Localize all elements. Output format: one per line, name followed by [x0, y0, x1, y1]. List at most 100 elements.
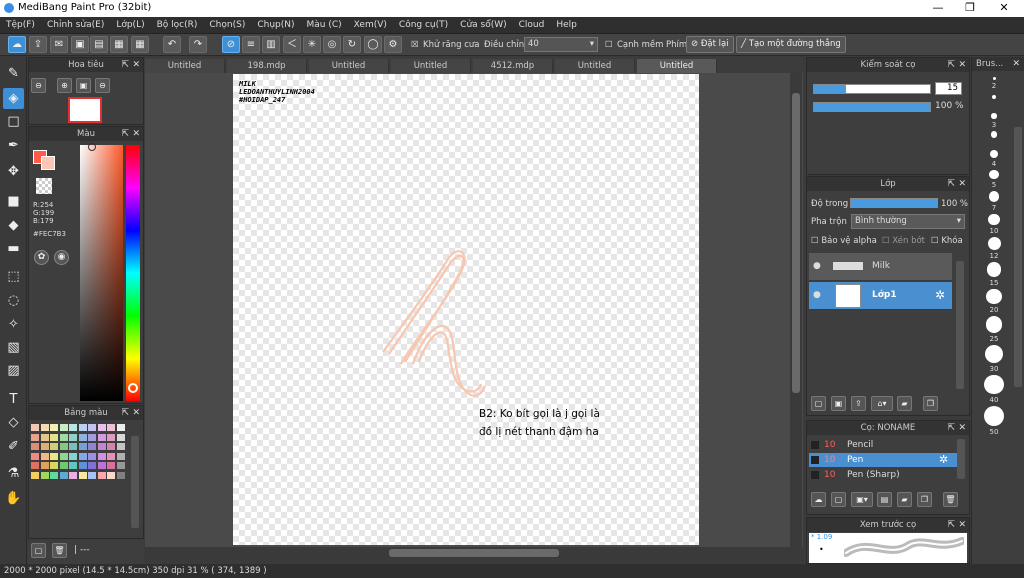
adjust-select[interactable]: 40 ▾ [524, 37, 598, 52]
vertical-scrollbar-thumb[interactable] [792, 93, 800, 393]
brush-size-item[interactable]: 12 [980, 237, 1008, 260]
palette-swatch[interactable] [78, 471, 87, 479]
delete-palette-icon[interactable]: 🗑 [52, 543, 67, 558]
brush-size-slider[interactable] [813, 84, 931, 94]
gradient-tool-icon[interactable]: ▬ [3, 238, 24, 259]
folder-icon[interactable]: ▰ [897, 396, 912, 411]
brush-size-scrollbar[interactable] [1014, 127, 1022, 387]
tab-untitled-4[interactable]: Untitled [555, 59, 635, 73]
palette-swatch[interactable] [88, 433, 96, 441]
circle-snap-icon[interactable]: ◎ [323, 36, 341, 53]
brush-size-item[interactable]: 4 [980, 149, 1008, 168]
palette-swatch[interactable] [69, 424, 77, 431]
brush-folder-icon[interactable]: ▰ [897, 492, 912, 507]
primary-color-swatch[interactable] [41, 156, 55, 170]
palette-swatch[interactable] [69, 452, 77, 460]
lasso-tool-icon[interactable]: ◌ [3, 290, 24, 311]
layer-scrollbar[interactable] [956, 261, 964, 389]
palette-swatch[interactable] [31, 452, 39, 460]
zoom-reset-icon[interactable]: ⊖ [95, 78, 110, 93]
palette-swatch[interactable] [88, 424, 96, 431]
tab-untitled-2[interactable]: Untitled [309, 59, 389, 73]
brush-size-item[interactable]: 7 [980, 191, 1008, 212]
magic-wand-icon[interactable]: ✧ [3, 314, 24, 335]
select-tool-icon[interactable]: ⬚ [3, 266, 24, 287]
palette-swatch[interactable] [97, 443, 106, 450]
soft-edge-checkbox[interactable]: ☐ [605, 40, 613, 50]
palette-swatch[interactable] [97, 462, 106, 469]
tab-untitled-1[interactable]: Untitled [145, 59, 225, 73]
palette-swatch[interactable] [116, 424, 125, 431]
hue-handle[interactable] [128, 383, 138, 393]
layer-row-lop1[interactable]: ● Lớp1 ✲ [809, 282, 952, 310]
brush-tool-icon[interactable]: ✎ [3, 63, 24, 84]
protect-alpha-checkbox[interactable]: ☐ Bảo vệ alpha [811, 236, 877, 246]
cross-snap-icon[interactable]: ▥ [262, 36, 280, 53]
popout-icon[interactable]: ⇱ [947, 421, 955, 435]
navigator-thumbnail[interactable] [68, 97, 102, 123]
palette-swatch[interactable] [97, 471, 106, 479]
snap-settings-icon[interactable]: ⚙ [384, 36, 402, 53]
popout-icon[interactable]: ⇱ [947, 177, 955, 191]
color-picker-icon[interactable]: ◉ [54, 250, 69, 265]
layer-opacity-slider[interactable] [850, 198, 938, 208]
brush-settings-gear-icon[interactable]: ✲ [939, 453, 948, 467]
visibility-eye-icon[interactable]: ● [813, 261, 821, 271]
palette-swatch[interactable] [40, 443, 49, 450]
hue-slider[interactable] [126, 145, 140, 401]
vanish-snap-icon[interactable]: ＜ [283, 36, 301, 53]
menu-help[interactable]: Help [550, 17, 583, 34]
palette-swatch[interactable] [31, 424, 39, 431]
tab-untitled-active[interactable]: Untitled [637, 59, 717, 73]
select-eraser-icon[interactable]: ▨ [3, 360, 24, 381]
palette-swatch[interactable] [107, 424, 115, 431]
palette-swatch[interactable] [78, 462, 87, 469]
layer-menu-icon[interactable]: ⌂▾ [871, 396, 893, 411]
palette-swatch[interactable] [78, 443, 87, 450]
palette-swatch[interactable] [59, 462, 68, 469]
comic-panel-icon[interactable]: ▦ [110, 36, 128, 53]
palette-swatch[interactable] [78, 452, 87, 460]
popout-icon[interactable]: ⇱ [121, 58, 129, 72]
reset-button[interactable]: ⊘ Đặt lại [686, 36, 734, 53]
brush-size-item[interactable]: 40 [980, 374, 1008, 404]
grid-icon[interactable]: ▦ [131, 36, 149, 53]
palette-swatch[interactable] [59, 433, 68, 441]
brush-size-value[interactable]: 15 [935, 82, 962, 95]
clipping-checkbox[interactable]: ☐ Xén bớt [882, 236, 925, 246]
brush-size-item[interactable]: 5 [980, 169, 1008, 189]
cloud-brush-icon[interactable]: ☁ [811, 492, 826, 507]
close-icon[interactable]: ✕ [1012, 57, 1020, 71]
eyedropper-tool-icon[interactable]: ✐ [3, 436, 24, 457]
palette-swatch[interactable] [107, 443, 115, 450]
palette-swatch[interactable] [107, 433, 115, 441]
palette-swatch[interactable] [50, 452, 58, 460]
layer-settings-gear-icon[interactable]: ✲ [935, 288, 945, 302]
menu-file[interactable]: Tệp(F) [0, 17, 41, 34]
popout-icon[interactable]: ⇱ [121, 127, 129, 141]
menu-view[interactable]: Xem(V) [348, 17, 393, 34]
close-icon[interactable]: ✕ [958, 177, 966, 191]
palette-swatch[interactable] [69, 443, 77, 450]
fit-icon[interactable]: ▣ [76, 78, 91, 93]
palette-swatch[interactable] [59, 424, 68, 431]
palette-swatch[interactable] [69, 433, 77, 441]
palette-swatch[interactable] [97, 452, 106, 460]
brush-size-item[interactable]: 30 [980, 344, 1008, 373]
import-layer-icon[interactable]: ⇪ [851, 396, 866, 411]
palette-swatch[interactable] [40, 462, 49, 469]
no-snap-icon[interactable]: ⊘ [222, 36, 240, 53]
brush-size-item[interactable] [980, 131, 1008, 140]
palette-swatch[interactable] [97, 433, 106, 441]
layer-row-milk[interactable]: ● Milk [809, 253, 952, 281]
duplicate-layer-icon[interactable]: ❐ [923, 396, 938, 411]
popout-icon[interactable]: ⇱ [947, 518, 955, 532]
brush-size-item[interactable]: 15 [980, 262, 1008, 287]
menu-select[interactable]: Chọn(S) [203, 17, 251, 34]
horizontal-scrollbar-thumb[interactable] [389, 549, 559, 557]
brush-item-pencil[interactable]: 10 Pencil [809, 438, 965, 452]
new-layer-icon[interactable]: ▢ [811, 396, 826, 411]
brush-size-item[interactable]: 50 [980, 406, 1008, 436]
select-pen-icon[interactable]: ▧ [3, 337, 24, 358]
palette-swatch[interactable] [40, 471, 49, 479]
